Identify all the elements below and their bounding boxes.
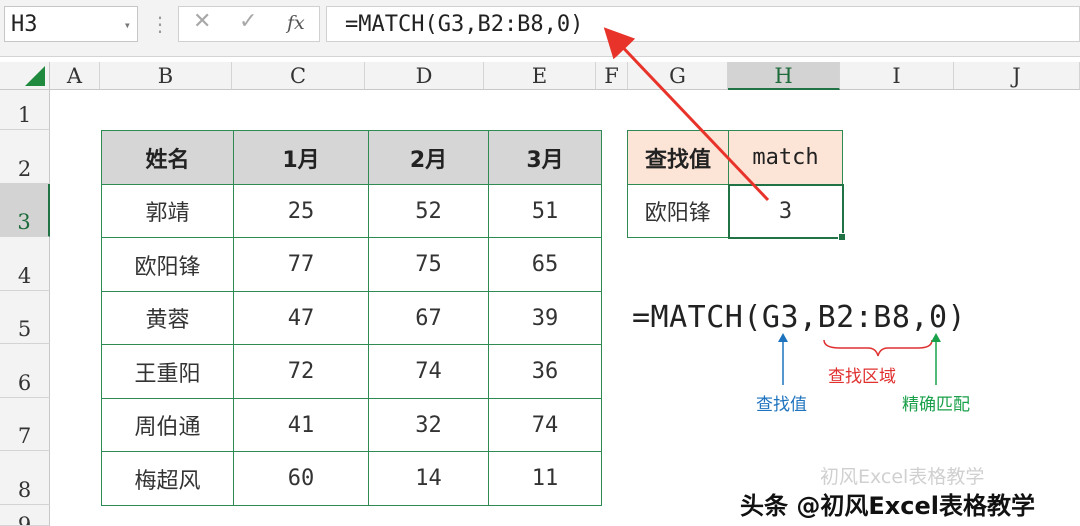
table-row: 王重阳 72 74 36	[101, 344, 602, 399]
name-box-value: H3	[11, 12, 38, 37]
row-header-1[interactable]: 1	[0, 90, 50, 130]
watermark-faint: 初风Excel表格教学	[820, 466, 985, 488]
cancel-icon[interactable]: ✕	[193, 9, 211, 34]
cell-value[interactable]: 11	[488, 451, 602, 506]
row-header-5[interactable]: 5	[0, 291, 50, 344]
cell-value[interactable]: 74	[488, 398, 602, 452]
cell-value[interactable]: 32	[368, 398, 489, 452]
exact-match-label: 精确匹配	[902, 395, 970, 415]
row-header-6[interactable]: 6	[0, 344, 50, 398]
match-header[interactable]: match	[728, 130, 843, 185]
column-header-j[interactable]: J	[954, 62, 1080, 90]
insert-function-icon[interactable]: fx	[287, 12, 305, 34]
cell-value[interactable]: 41	[233, 398, 369, 452]
select-all-button[interactable]	[0, 62, 50, 90]
cell-name[interactable]: 黄蓉	[101, 291, 234, 345]
cell-value[interactable]: 65	[488, 237, 602, 292]
cell-name[interactable]: 欧阳锋	[101, 237, 234, 292]
header-jan[interactable]: 1月	[233, 130, 369, 185]
table-row: 郭靖 25 52 51	[101, 184, 602, 238]
header-feb[interactable]: 2月	[368, 130, 489, 185]
row-header-8[interactable]: 8	[0, 451, 50, 505]
cell-value[interactable]: 39	[488, 291, 602, 345]
formula-input[interactable]: =MATCH(G3,B2:B8,0)	[326, 6, 1080, 42]
formula-buttons: ✕ ✓ fx	[178, 6, 320, 42]
table-row: 黄蓉 47 67 39	[101, 291, 602, 345]
cell-value[interactable]: 51	[488, 184, 602, 238]
row-header-4[interactable]: 4	[0, 237, 50, 291]
header-name[interactable]: 姓名	[101, 130, 234, 185]
cell-value[interactable]: 72	[233, 344, 369, 399]
row-header-7[interactable]: 7	[0, 398, 50, 451]
formula-annotation: =MATCH(G3,B2:B8,0)	[632, 300, 967, 335]
row-header-2[interactable]: 2	[0, 130, 50, 184]
name-box[interactable]: H3 ▾	[4, 6, 138, 42]
cell-value[interactable]: 60	[233, 451, 369, 506]
lookup-value-cell[interactable]: 欧阳锋	[627, 184, 729, 238]
row-header-9[interactable]: 9	[0, 505, 50, 526]
cell-name[interactable]: 梅超风	[101, 451, 234, 506]
column-header-g[interactable]: G	[628, 62, 728, 90]
column-header-e[interactable]: E	[484, 62, 596, 90]
table-row: 周伯通 41 32 74	[101, 398, 602, 452]
column-header-a[interactable]: A	[50, 62, 100, 90]
row-header-3[interactable]: 3	[0, 184, 50, 237]
column-header-h[interactable]: H	[728, 62, 840, 90]
column-header-c[interactable]: C	[232, 62, 365, 90]
cell-value[interactable]: 67	[368, 291, 489, 345]
cell-name[interactable]: 郭靖	[101, 184, 234, 238]
table-row: 欧阳锋 77 75 65	[101, 237, 602, 292]
lookup-value-label: 查找值	[756, 395, 807, 415]
column-header-d[interactable]: D	[365, 62, 484, 90]
cell-name[interactable]: 王重阳	[101, 344, 234, 399]
lookup-table: 查找值 match 欧阳锋 3	[627, 130, 847, 242]
red-brace-icon	[823, 339, 933, 357]
cell-value[interactable]: 52	[368, 184, 489, 238]
lookup-header[interactable]: 查找值	[627, 130, 729, 185]
header-mar[interactable]: 3月	[488, 130, 602, 185]
cell-value[interactable]: 75	[368, 237, 489, 292]
match-result-cell[interactable]: 3	[727, 183, 847, 242]
table-row: 梅超风 60 14 11	[101, 451, 602, 506]
cell-value[interactable]: 74	[368, 344, 489, 399]
score-table: 姓名 1月 2月 3月 郭靖 25 52 51 欧阳锋 77 75 65 黄蓉 …	[101, 130, 602, 506]
cell-value[interactable]: 14	[368, 451, 489, 506]
watermark-bottom: 头条 @初风Excel表格教学	[740, 492, 1035, 520]
range-label: 查找区域	[828, 367, 896, 387]
formula-bar: H3 ▾ ⋮ ✕ ✓ fx =MATCH(G3,B2:B8,0)	[0, 0, 1080, 57]
column-header-i[interactable]: I	[840, 62, 954, 90]
column-header-b[interactable]: B	[100, 62, 232, 90]
enter-icon[interactable]: ✓	[239, 9, 257, 34]
cell-value[interactable]: 77	[233, 237, 369, 292]
cell-value[interactable]: 36	[488, 344, 602, 399]
table-header-row: 姓名 1月 2月 3月	[101, 130, 602, 185]
cell-value[interactable]: 25	[233, 184, 369, 238]
more-options-icon[interactable]: ⋮	[150, 10, 170, 38]
column-header-f[interactable]: F	[596, 62, 628, 90]
cell-name[interactable]: 周伯通	[101, 398, 234, 452]
chevron-down-icon[interactable]: ▾	[124, 7, 131, 43]
cell-value[interactable]: 47	[233, 291, 369, 345]
